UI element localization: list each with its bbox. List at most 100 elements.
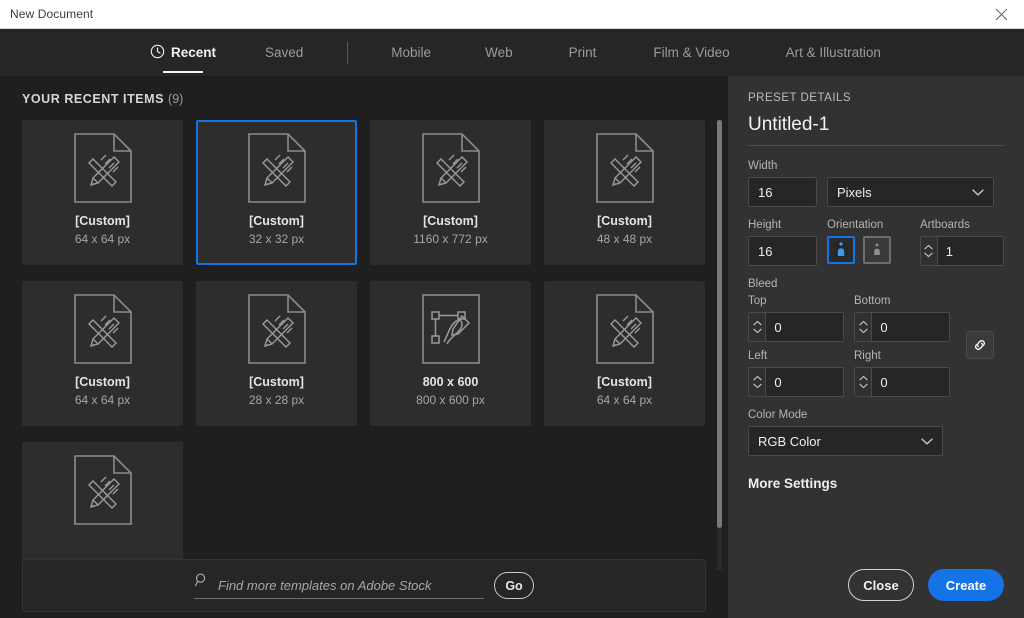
stock-go-button[interactable]: Go xyxy=(494,572,534,599)
recent-items-count: (9) xyxy=(168,92,184,106)
document-pencil-ruler-icon xyxy=(546,283,703,375)
recent-item-card[interactable]: [Custom] 1160 x 772 px xyxy=(370,120,531,265)
chevron-down-icon xyxy=(972,185,984,200)
document-pencil-ruler-icon xyxy=(546,122,703,214)
tab-active-underline xyxy=(163,71,203,73)
title-bar: New Document xyxy=(0,0,1024,29)
tab-print[interactable]: Print xyxy=(567,29,599,76)
link-chain-icon[interactable] xyxy=(966,331,994,359)
bleed-label: Bleed xyxy=(748,278,778,290)
document-pencil-ruler-icon xyxy=(24,444,181,536)
tab-web-label: Web xyxy=(485,45,513,60)
tab-saved-label: Saved xyxy=(265,45,304,60)
orientation-portrait-icon[interactable] xyxy=(827,236,855,264)
close-button[interactable]: Close xyxy=(848,569,914,601)
recent-item-title: [Custom] xyxy=(249,214,304,228)
search-input[interactable] xyxy=(218,578,484,593)
close-icon[interactable] xyxy=(978,0,1024,29)
chevron-down-icon xyxy=(921,434,933,449)
recent-item-title: [Custom] xyxy=(597,375,652,389)
orientation-label: Orientation xyxy=(827,219,884,231)
stock-search-field-wrap xyxy=(194,572,484,599)
tab-print-label: Print xyxy=(568,45,597,60)
color-mode-select[interactable]: RGB Color xyxy=(748,426,943,456)
width-input[interactable] xyxy=(748,177,817,207)
bleed-left-stepper[interactable] xyxy=(748,367,844,397)
recent-item-card[interactable]: [Custom] 32 x 32 px xyxy=(196,120,357,265)
category-tabs: Recent Saved Mobile Web Print Film & Vid… xyxy=(0,29,1024,76)
clock-icon xyxy=(150,44,165,62)
recent-items-grid: [Custom] 64 x 64 px [Custom] 32 x 32 px [Cus… xyxy=(0,110,706,582)
search-icon xyxy=(194,572,209,593)
bleed-right-input[interactable] xyxy=(872,368,949,396)
dialog-footer: Close Create xyxy=(848,569,1004,601)
document-pencil-ruler-icon xyxy=(198,283,355,375)
recent-item-title: [Custom] xyxy=(249,375,304,389)
tab-recent-label: Recent xyxy=(171,45,217,60)
recent-item-title: [Custom] xyxy=(597,214,652,228)
document-pencil-ruler-icon xyxy=(198,122,355,214)
recent-item-size: 1160 x 772 px xyxy=(413,231,488,246)
document-name-input[interactable] xyxy=(748,114,1004,146)
artboards-stepper-arrows[interactable] xyxy=(921,237,938,265)
recent-item-size: 48 x 48 px xyxy=(596,231,653,246)
recent-item-card[interactable]: 800 x 600 800 x 600 px xyxy=(370,281,531,426)
recent-item-size: 64 x 64 px xyxy=(74,392,131,407)
recent-items-panel: YOUR RECENT ITEMS (9) [Custom] 64 x 64 px… xyxy=(0,76,728,618)
recent-item-card[interactable]: [Custom] 64 x 64 px xyxy=(22,120,183,265)
recent-item-size: 28 x 28 px xyxy=(248,392,305,407)
orientation-landscape-icon[interactable] xyxy=(863,236,891,264)
recent-item-title: [Custom] xyxy=(75,214,130,228)
document-pencil-ruler-icon xyxy=(24,122,181,214)
tab-mobile[interactable]: Mobile xyxy=(389,29,433,76)
recent-item-size: 800 x 600 px xyxy=(416,392,485,407)
color-mode-label: Color Mode xyxy=(748,409,808,421)
bleed-top-label: Top xyxy=(748,295,767,307)
bleed-bottom-stepper[interactable] xyxy=(854,312,950,342)
recent-item-size: 32 x 32 px xyxy=(248,231,305,246)
recent-item-card[interactable]: [Custom] 48 x 48 px xyxy=(544,120,705,265)
recent-item-card[interactable]: [Custom] 64 x 64 px xyxy=(544,281,705,426)
bleed-top-input[interactable] xyxy=(766,313,843,341)
tab-web[interactable]: Web xyxy=(483,29,515,76)
units-select-value: Pixels xyxy=(837,184,872,200)
tab-saved[interactable]: Saved xyxy=(263,29,305,76)
recent-scrollbar-thumb[interactable] xyxy=(717,120,722,528)
color-mode-select-value: RGB Color xyxy=(758,433,821,449)
tab-film-video[interactable]: Film & Video xyxy=(651,29,731,76)
height-label: Height xyxy=(748,219,782,231)
tab-mobile-label: Mobile xyxy=(391,45,432,60)
recent-items-scroll-area: [Custom] 64 x 64 px [Custom] 32 x 32 px [Cus… xyxy=(0,110,728,582)
recent-item-size: 64 x 64 px xyxy=(74,231,131,246)
create-button[interactable]: Create xyxy=(928,569,1004,601)
recent-item-size: 64 x 64 px xyxy=(596,392,653,407)
bleed-top-stepper-arrows[interactable] xyxy=(749,313,767,341)
artboards-label: Artboards xyxy=(920,219,970,231)
tab-divider xyxy=(347,41,349,64)
bleed-left-input[interactable] xyxy=(766,368,843,396)
height-input[interactable] xyxy=(748,236,817,266)
units-select[interactable]: Pixels xyxy=(827,177,994,207)
recent-item-card[interactable]: [Custom] 64 x 64 px xyxy=(22,281,183,426)
bleed-bottom-input[interactable] xyxy=(872,313,949,341)
artboards-input[interactable] xyxy=(937,237,1003,265)
tab-recent[interactable]: Recent xyxy=(148,29,218,76)
bleed-right-stepper-arrows[interactable] xyxy=(855,368,873,396)
bleed-right-stepper[interactable] xyxy=(854,367,950,397)
pen-path-icon xyxy=(372,283,529,375)
recent-item-title: 800 x 600 xyxy=(422,375,479,389)
recent-item-card[interactable]: [Custom] 28 x 28 px xyxy=(196,281,357,426)
bleed-right-label: Right xyxy=(854,350,881,362)
bleed-left-stepper-arrows[interactable] xyxy=(749,368,767,396)
tab-art-illustration[interactable]: Art & Illustration xyxy=(784,29,883,76)
more-settings-button[interactable]: More Settings xyxy=(748,476,1004,491)
bleed-bottom-stepper-arrows[interactable] xyxy=(855,313,873,341)
artboards-stepper[interactable] xyxy=(920,236,1004,266)
recent-item-title: [Custom] xyxy=(423,214,478,228)
bleed-top-stepper[interactable] xyxy=(748,312,844,342)
recent-item-title: [Custom] xyxy=(75,375,130,389)
width-label: Width xyxy=(748,160,778,172)
preset-details-heading: PRESET DETAILS xyxy=(748,92,852,104)
new-document-dialog: New Document Recent Saved Mobile Web Pri… xyxy=(0,0,1024,618)
preset-details-panel: PRESET DETAILS Width Pixels Height xyxy=(728,76,1024,618)
